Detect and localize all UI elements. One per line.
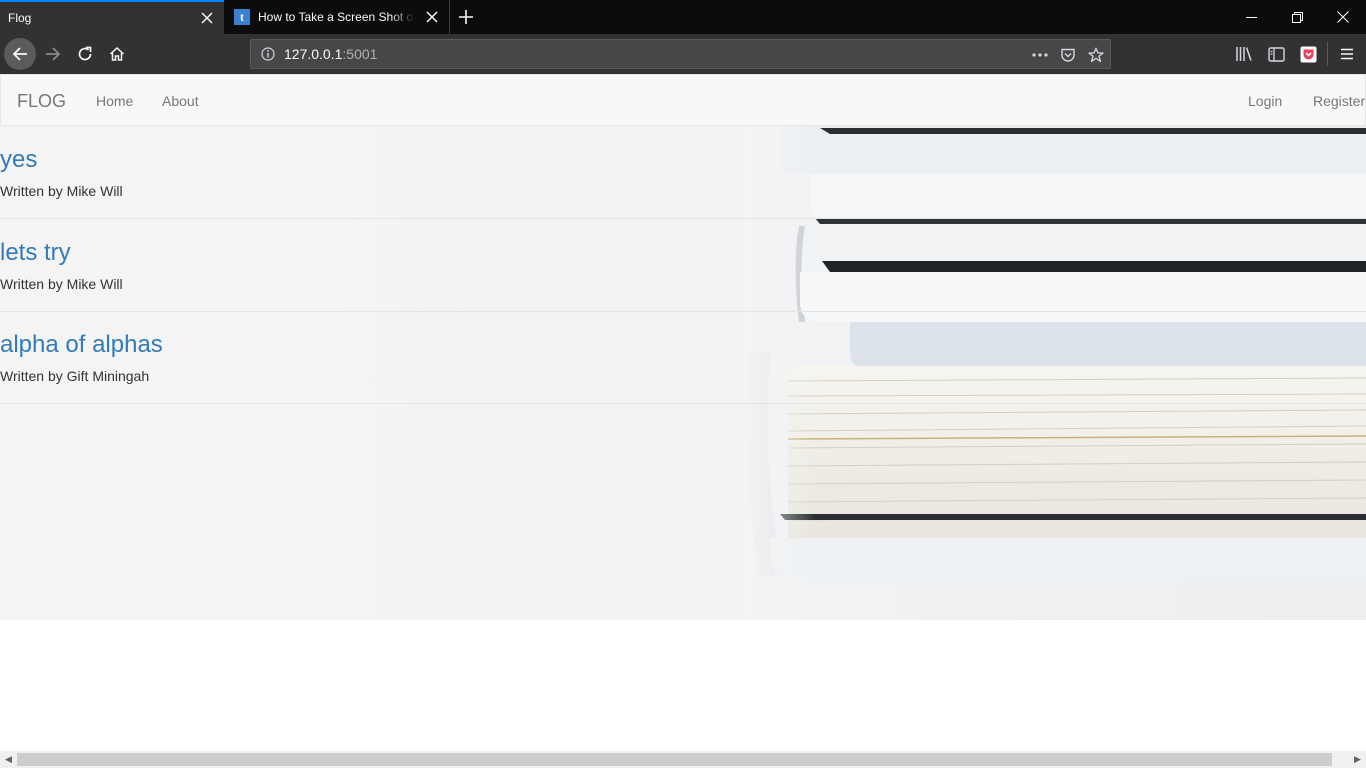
library-icon[interactable] — [1232, 42, 1256, 66]
more-actions-icon[interactable] — [1031, 46, 1049, 64]
url-port: :5001 — [342, 46, 378, 62]
menu-hamburger-icon[interactable] — [1335, 42, 1359, 66]
nav-link-login[interactable]: Login — [1248, 93, 1282, 109]
post-author: Written by Mike Will — [0, 276, 123, 292]
tumblr-favicon-icon: t — [234, 9, 250, 25]
scroll-right-icon[interactable]: ▶ — [1349, 751, 1366, 768]
arrow-left-icon — [12, 47, 27, 61]
plus-icon — [459, 10, 473, 24]
bookmark-star-icon[interactable] — [1087, 46, 1105, 64]
scrollbar-thumb[interactable] — [17, 753, 1332, 766]
reload-icon — [78, 46, 92, 61]
tab-flog[interactable]: Flog — [0, 0, 224, 34]
post-author: Written by Gift Miningah — [0, 368, 150, 384]
tab-bar: Flog t How to Take a Screen Shot on a — [0, 0, 1366, 34]
horizontal-scrollbar[interactable]: ◀ ▶ — [0, 751, 1366, 768]
post-item: lets try Written by Mike Will — [0, 219, 1366, 312]
url-text: 127.0.0.1:5001 — [284, 46, 377, 62]
post-item: alpha of alphas Written by Gift Miningah — [0, 311, 1366, 404]
toolbar-divider — [1327, 42, 1328, 66]
back-button[interactable] — [4, 38, 36, 70]
url-bar[interactable]: 127.0.0.1:5001 — [250, 39, 1111, 69]
pocket-icon[interactable] — [1059, 46, 1077, 64]
restore-icon — [1291, 11, 1303, 23]
post-title-link[interactable]: alpha of alphas — [0, 331, 163, 359]
nav-link-about[interactable]: About — [162, 93, 199, 109]
pocket-extension-icon[interactable] — [1296, 42, 1320, 66]
reload-button[interactable] — [69, 38, 101, 70]
close-icon — [1337, 11, 1349, 23]
nav-link-home[interactable]: Home — [96, 93, 133, 109]
web-page: FLOG Home About Login Register yes Writt… — [0, 74, 1366, 751]
close-tab-icon[interactable] — [190, 1, 224, 35]
close-window-button[interactable] — [1320, 0, 1366, 34]
new-tab-button[interactable] — [452, 0, 480, 34]
restore-button[interactable] — [1274, 0, 1320, 34]
home-icon — [109, 46, 125, 61]
arrow-right-icon — [46, 47, 61, 61]
forward-button[interactable] — [37, 38, 69, 70]
site-navbar: FLOG Home About Login Register — [0, 74, 1366, 126]
sidebar-icon[interactable] — [1264, 42, 1288, 66]
tab-title: Flog — [8, 11, 32, 25]
minimize-icon — [1245, 16, 1257, 18]
post-title-link[interactable]: lets try — [0, 239, 71, 267]
scroll-left-icon[interactable]: ◀ — [0, 751, 17, 768]
post-author: Written by Mike Will — [0, 183, 123, 199]
post-title-link[interactable]: yes — [0, 146, 37, 174]
site-brand[interactable]: FLOG — [17, 91, 66, 112]
tab-screenshot-article[interactable]: t How to Take a Screen Shot on a — [224, 0, 450, 34]
post-item: yes Written by Mike Will — [0, 126, 1366, 219]
url-host: 127.0.0.1 — [284, 46, 343, 62]
info-icon[interactable] — [260, 46, 276, 62]
close-tab-icon[interactable] — [415, 0, 449, 34]
home-button[interactable] — [101, 38, 133, 70]
nav-link-register[interactable]: Register — [1313, 93, 1365, 109]
tab-title: How to Take a Screen Shot on a — [258, 10, 415, 24]
browser-toolbar: 127.0.0.1:5001 — [0, 34, 1366, 74]
minimize-button[interactable] — [1228, 0, 1274, 34]
